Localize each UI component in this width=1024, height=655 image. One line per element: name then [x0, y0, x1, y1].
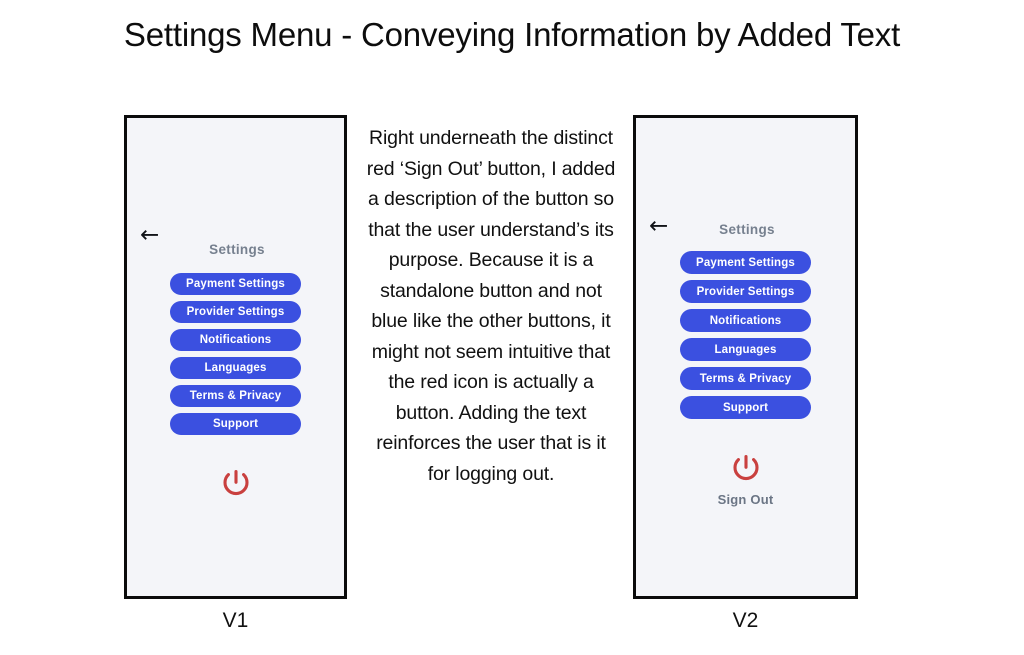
menu-item-terms-privacy[interactable]: Terms & Privacy: [680, 367, 811, 390]
menu-item-provider-settings[interactable]: Provider Settings: [680, 280, 811, 303]
caption-v2: V2: [732, 609, 759, 632]
menu-item-notifications[interactable]: Notifications: [680, 309, 811, 332]
menu-item-languages[interactable]: Languages: [680, 338, 811, 361]
phone-mockup-v2: ← Settings Payment Settings Provider Set…: [633, 115, 858, 599]
menu-item-languages[interactable]: Languages: [170, 357, 301, 379]
menu-item-support[interactable]: Support: [170, 413, 301, 435]
comparison-stage: ← Settings Payment Settings Provider Set…: [0, 113, 1024, 643]
settings-menu-list-v1: Payment Settings Provider Settings Notif…: [127, 273, 344, 435]
sign-out-block-v2[interactable]: Sign Out: [636, 448, 855, 507]
settings-menu-list-v2: Payment Settings Provider Settings Notif…: [636, 251, 855, 419]
screen-title-v1: Settings: [209, 242, 265, 257]
screen-title-v2: Settings: [719, 222, 775, 237]
menu-item-payment-settings[interactable]: Payment Settings: [680, 251, 811, 274]
power-icon[interactable]: [726, 448, 766, 488]
caption-v1: V1: [222, 609, 249, 632]
phone-mockup-v1: ← Settings Payment Settings Provider Set…: [124, 115, 347, 599]
menu-item-payment-settings[interactable]: Payment Settings: [170, 273, 301, 295]
page-title: Settings Menu - Conveying Information by…: [123, 16, 901, 53]
menu-item-terms-privacy[interactable]: Terms & Privacy: [170, 385, 301, 407]
menu-item-support[interactable]: Support: [680, 396, 811, 419]
annotation-text: Right underneath the distinct red ‘Sign …: [366, 127, 616, 485]
power-icon[interactable]: [216, 463, 256, 503]
sign-out-block-v1: [127, 463, 344, 503]
menu-item-notifications[interactable]: Notifications: [170, 329, 301, 351]
menu-item-provider-settings[interactable]: Provider Settings: [170, 301, 301, 323]
sign-out-label: Sign Out: [717, 492, 774, 507]
